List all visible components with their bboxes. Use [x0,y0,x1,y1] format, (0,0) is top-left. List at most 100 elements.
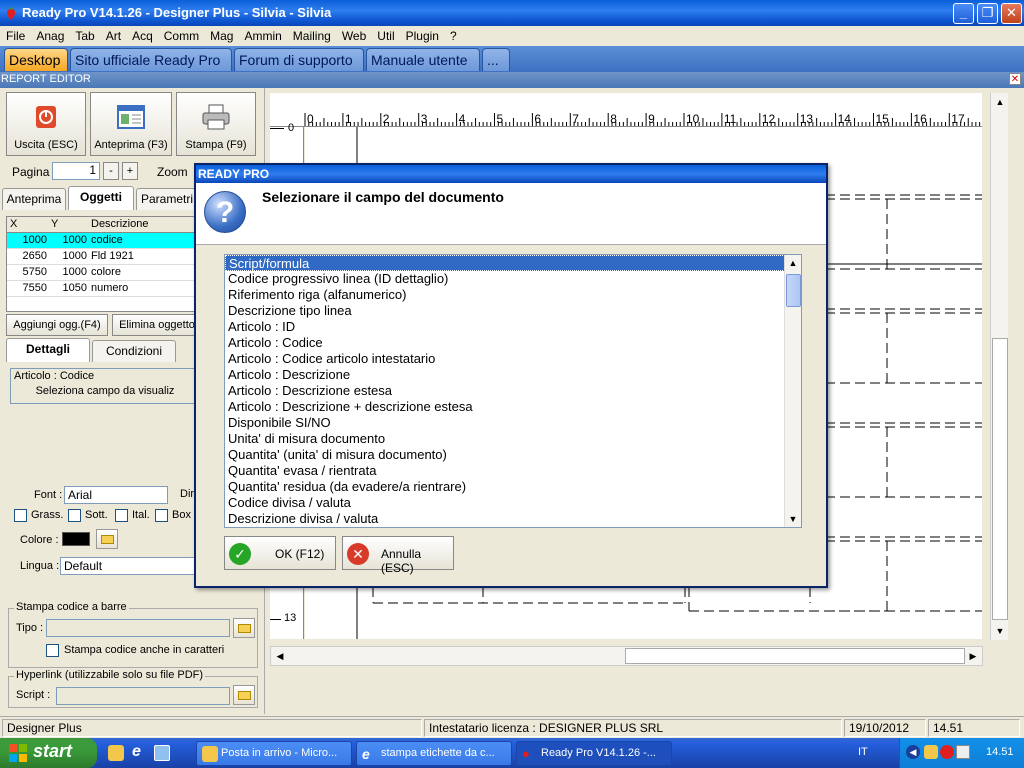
font-field[interactable]: Arial [64,486,168,504]
scroll-left-icon[interactable]: ◀ [272,648,288,664]
list-item[interactable]: Articolo : Codice [225,335,801,351]
menu-tab[interactable]: Tab [75,26,94,43]
list-item[interactable]: Quantita' (unita' di misura documento) [225,447,801,463]
delete-object-button[interactable]: Elimina oggetto [112,314,202,336]
list-item[interactable]: Articolo : Descrizione estesa [225,383,801,399]
restore-button[interactable]: ❐ [977,3,998,24]
exit-button[interactable]: Uscita (ESC) [6,92,86,156]
taskbar-item-browser[interactable]: e stampa etichette da c... [356,741,512,766]
scroll-up-icon[interactable]: ▲ [992,94,1008,110]
menu-plugin[interactable]: Plugin [406,26,439,43]
list-item[interactable]: Descrizione tipo linea [225,303,801,319]
list-item[interactable]: Codice divisa / valuta [225,495,801,511]
tab-support-forum[interactable]: Forum di supporto [234,48,364,71]
script-button[interactable] [233,685,255,705]
vertical-scroll-thumb[interactable] [992,338,1008,620]
list-item[interactable]: Articolo : Descrizione + descrizione est… [225,399,801,415]
start-button[interactable]: start [0,738,97,768]
ok-button[interactable]: ✓ OK (F12) [224,536,336,570]
tray-outlook-icon[interactable] [924,745,938,759]
menu-acq[interactable]: Acq [132,26,153,43]
barcode-type-button[interactable] [233,618,255,638]
menu-mailing[interactable]: Mailing [293,26,331,43]
tray-strawberry-icon[interactable] [940,745,954,759]
list-item[interactable]: Articolo : ID [225,319,801,335]
page-minus-button[interactable]: - [103,162,119,180]
select-field-button[interactable]: Seleziona campo da visualiz [14,385,196,397]
menu-file[interactable]: File [6,26,25,43]
menu-util[interactable]: Util [377,26,394,43]
menu-anag[interactable]: Anag [36,26,64,43]
horizontal-scroll-thumb[interactable] [625,648,965,664]
tab-desktop[interactable]: Desktop [4,48,68,71]
table-row[interactable]: 5750 1000 colore [7,265,195,281]
listbox-scroll-thumb[interactable] [786,274,801,307]
listbox-scrollbar[interactable]: ▲ ▼ [784,255,801,527]
preview-button[interactable]: Anteprima (F3) [90,92,172,156]
list-item[interactable]: Articolo : Descrizione [225,367,801,383]
tab-user-manual[interactable]: Manuale utente [366,48,480,71]
language-indicator[interactable]: IT [858,746,868,758]
close-window-button[interactable]: ✕ [1001,3,1022,24]
list-item[interactable]: Codice progressivo linea (ID dettaglio) [225,271,801,287]
list-scroll-down-icon[interactable]: ▼ [785,511,801,527]
list-item[interactable]: Unita' di misura documento [225,431,801,447]
color-picker-button[interactable] [96,529,118,549]
page-plus-button[interactable]: + [122,162,138,180]
taskbar-item-outlook[interactable]: Posta in arrivo - Micro... [196,741,352,766]
scroll-down-icon[interactable]: ▼ [992,623,1008,639]
field-listbox[interactable]: Script/formula Codice progressivo linea (… [224,254,802,528]
tab-anteprima[interactable]: Anteprima [2,188,66,210]
print-button[interactable]: Stampa (F9) [176,92,256,156]
menu-help[interactable]: ? [450,26,457,43]
page-input[interactable]: 1 [52,162,100,180]
tab-condizioni[interactable]: Condizioni [92,340,176,362]
italic-checkbox[interactable] [115,509,128,522]
close-editor-icon[interactable]: ✕ [1009,73,1021,85]
list-item[interactable]: Script/formula [225,255,801,271]
list-item[interactable]: Disponibile SI/NO [225,415,801,431]
menu-mag[interactable]: Mag [210,26,233,43]
language-field[interactable]: Default [60,557,196,575]
list-scroll-up-icon[interactable]: ▲ [785,255,801,271]
table-row[interactable]: 2650 1000 Fld 1921 [7,249,195,265]
cancel-button[interactable]: ✕ Annulla (ESC) [342,536,454,575]
list-item[interactable]: Riferimento riga (alfanumerico) [225,287,801,303]
underline-checkbox[interactable] [68,509,81,522]
list-item[interactable]: Articolo : Codice articolo intestatario [225,351,801,367]
menu-ammin[interactable]: Ammin [244,26,281,43]
explorer-quicklaunch-icon[interactable] [154,745,170,761]
add-object-button[interactable]: Aggiungi ogg.(F4) [6,314,108,336]
script-field[interactable] [56,687,230,705]
scroll-right-icon[interactable]: ▶ [965,648,981,664]
menu-art[interactable]: Art [106,26,121,43]
tab-oggetti[interactable]: Oggetti [68,186,134,210]
color-swatch[interactable] [62,532,90,546]
tray-arrow-icon[interactable]: ◀ [906,745,920,759]
table-row[interactable]: 1000 1000 codice [7,233,195,249]
list-item[interactable]: Quantita' evasa / rientrata [225,463,801,479]
list-item[interactable]: Descrizione divisa / valuta [225,511,801,527]
tab-official-site[interactable]: Sito ufficiale Ready Pro [70,48,232,71]
barcode-text-checkbox[interactable] [46,644,59,657]
vertical-scrollbar[interactable]: ▲ ▼ [990,93,1008,640]
tab-dettagli[interactable]: Dettagli [6,338,90,362]
taskbar-item-readypro[interactable]: ● Ready Pro V14.1.26 -... [516,741,672,766]
table-row[interactable]: 7550 1050 numero [7,281,195,297]
horizontal-scrollbar[interactable]: ◀ ▶ [270,646,983,666]
menu-web[interactable]: Web [342,26,366,43]
box-checkbox[interactable] [155,509,168,522]
outlook-quicklaunch-icon[interactable] [108,745,124,761]
tab-more[interactable]: ... [482,48,510,71]
ruler-ticks: 0 1 2 3 4 5 6 7 8 9 10 11 12 13 14 15 16 17 [270,93,982,126]
ie-quicklaunch-icon[interactable]: e [132,743,141,761]
minimize-button[interactable]: _ [953,3,974,24]
script-label: Script : [16,689,51,701]
menu-comm[interactable]: Comm [164,26,199,43]
barcode-type-field[interactable] [46,619,230,637]
tab-parametri[interactable]: Parametri [136,188,198,210]
tray-tool-icon[interactable] [956,745,970,759]
ie-icon: e [362,746,370,762]
list-item[interactable]: Quantita' residua (da evadere/a rientrar… [225,479,801,495]
bold-checkbox[interactable] [14,509,27,522]
